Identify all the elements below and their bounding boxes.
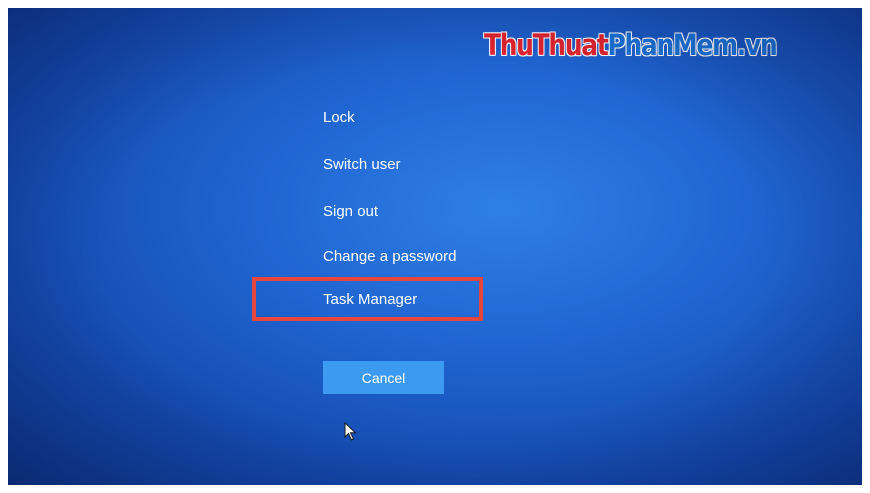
cancel-button[interactable]: Cancel [323, 361, 444, 394]
watermark-part1: ThuThuat [484, 28, 609, 62]
menu-item-change-password[interactable]: Change a password [323, 248, 456, 265]
menu-item-switch-user[interactable]: Switch user [323, 156, 401, 173]
security-options-screen: ThuThuatPhanMem.vn Lock Switch user Sign… [8, 8, 862, 485]
menu-item-lock[interactable]: Lock [323, 109, 355, 126]
mouse-pointer-icon [344, 422, 357, 441]
menu-item-sign-out[interactable]: Sign out [323, 203, 378, 220]
watermark-logo: ThuThuatPhanMem.vn [484, 28, 778, 62]
highlight-annotation-box [252, 277, 483, 321]
watermark-part2: PhanMem.vn [607, 28, 777, 62]
